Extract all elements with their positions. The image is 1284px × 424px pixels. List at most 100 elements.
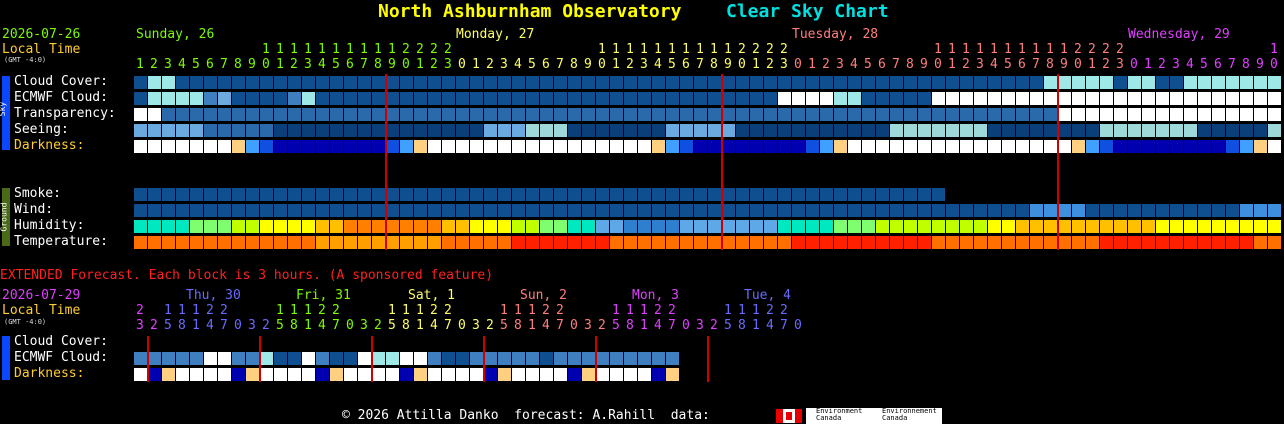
seeing-cell xyxy=(750,124,763,137)
ext-ecmwf_cloud-cell xyxy=(624,352,637,365)
wind-cell xyxy=(736,204,749,217)
wind-cell xyxy=(1086,204,1099,217)
cloud_cover-cell xyxy=(512,76,525,89)
transparency-cell xyxy=(554,108,567,121)
cloud_cover-cell xyxy=(358,76,371,89)
extended-local-time-label: Local Time xyxy=(2,303,81,318)
wind-cell xyxy=(596,204,609,217)
wind-cell xyxy=(372,204,385,217)
darkness-cell xyxy=(708,140,721,153)
seeing-cell xyxy=(568,124,581,137)
temperature-cell xyxy=(778,236,791,249)
ecmwf_cloud-cell xyxy=(162,92,175,105)
cloud_cover-cell xyxy=(428,76,441,89)
extended-gmt-label: (GMT -4:0) xyxy=(4,318,47,326)
temperature-cell xyxy=(232,236,245,249)
cloud_cover-cell xyxy=(974,76,987,89)
ext-hour-tens-digit: 1 xyxy=(528,303,536,318)
ext-darkness-cell xyxy=(610,368,623,381)
cloud_cover-cell xyxy=(414,76,427,89)
ecmwf_cloud-cell xyxy=(568,92,581,105)
darkness-cell xyxy=(750,140,763,153)
cloud_cover-cell xyxy=(722,76,735,89)
transparency-cell xyxy=(680,108,693,121)
cloud_cover-cell xyxy=(694,76,707,89)
temperature-cell xyxy=(820,236,833,249)
ecmwf_cloud-cell xyxy=(834,92,847,105)
ecmwf_cloud-cell xyxy=(764,92,777,105)
darkness-cell xyxy=(148,140,161,153)
temperature-cell xyxy=(1156,236,1169,249)
seeing-cell xyxy=(148,124,161,137)
ext-hour-ones-digit: 8 xyxy=(514,318,522,333)
ext-darkness-cell xyxy=(526,368,539,381)
seeing-cell xyxy=(680,124,693,137)
smoke-cell xyxy=(890,188,903,201)
cloud_cover-cell xyxy=(260,76,273,89)
darkness-cell xyxy=(386,140,399,153)
temperature-cell xyxy=(330,236,343,249)
smoke-cell xyxy=(862,188,875,201)
humidity-cell xyxy=(232,220,245,233)
transparency-cell xyxy=(274,108,287,121)
temperature-cell xyxy=(1086,236,1099,249)
smoke-cell xyxy=(302,188,315,201)
smoke-cell xyxy=(386,188,399,201)
wind-cell xyxy=(582,204,595,217)
transparency-cell xyxy=(260,108,273,121)
wind-cell xyxy=(1254,204,1267,217)
humidity-cell xyxy=(1100,220,1113,233)
ecmwf_cloud-cell xyxy=(820,92,833,105)
temperature-cell xyxy=(526,236,539,249)
darkness-cell xyxy=(946,140,959,153)
temperature-cell xyxy=(806,236,819,249)
darkness-cell xyxy=(540,140,553,153)
ext-hour-tens-digit: 1 xyxy=(416,303,424,318)
seeing-cell xyxy=(932,124,945,137)
smoke-cell xyxy=(316,188,329,201)
ext-ecmwf_cloud-cell xyxy=(148,352,161,365)
wind-cell xyxy=(680,204,693,217)
wind-cell xyxy=(904,204,917,217)
wind-cell xyxy=(1184,204,1197,217)
temperature-cell xyxy=(932,236,945,249)
darkness-cell xyxy=(1240,140,1253,153)
ext-hour-ones-digit: 4 xyxy=(654,318,662,333)
ext-hour-ones-digit: 3 xyxy=(248,318,256,333)
humidity-cell xyxy=(218,220,231,233)
cloud_cover-cell xyxy=(820,76,833,89)
ext-ecmwf_cloud-cell xyxy=(652,352,665,365)
seeing-cell xyxy=(484,124,497,137)
ecmwf_cloud-cell xyxy=(736,92,749,105)
darkness-cell xyxy=(1002,140,1015,153)
seeing-cell xyxy=(442,124,455,137)
seeing-cell xyxy=(260,124,273,137)
wind-cell xyxy=(358,204,371,217)
midnight-marker xyxy=(1057,74,1059,250)
ecmwf_cloud-cell xyxy=(1044,92,1057,105)
cloud_cover-cell xyxy=(638,76,651,89)
wind-cell xyxy=(932,204,945,217)
cloud_cover-cell xyxy=(1184,76,1197,89)
temperature-cell xyxy=(1226,236,1239,249)
humidity-cell xyxy=(946,220,959,233)
temperature-cell xyxy=(652,236,665,249)
ecmwf_cloud-cell xyxy=(862,92,875,105)
humidity-cell xyxy=(358,220,371,233)
seeing-cell xyxy=(400,124,413,137)
smoke-cell xyxy=(148,188,161,201)
humidity-cell xyxy=(1254,220,1267,233)
ext-ecmwf_cloud-cell xyxy=(554,352,567,365)
humidity-cell xyxy=(274,220,287,233)
smoke-cell xyxy=(666,188,679,201)
cloud_cover-cell xyxy=(1016,76,1029,89)
ext-ecmwf_cloud-cell xyxy=(526,352,539,365)
footer-credits: © 2026 Attilla Danko forecast: A.Rahill … xyxy=(342,408,710,423)
darkness-cell xyxy=(848,140,861,153)
transparency-cell xyxy=(960,108,973,121)
seeing-cell xyxy=(638,124,651,137)
cloud_cover-cell xyxy=(610,76,623,89)
cloud_cover-cell xyxy=(1198,76,1211,89)
cloud_cover-cell xyxy=(890,76,903,89)
wind-cell xyxy=(1100,204,1113,217)
